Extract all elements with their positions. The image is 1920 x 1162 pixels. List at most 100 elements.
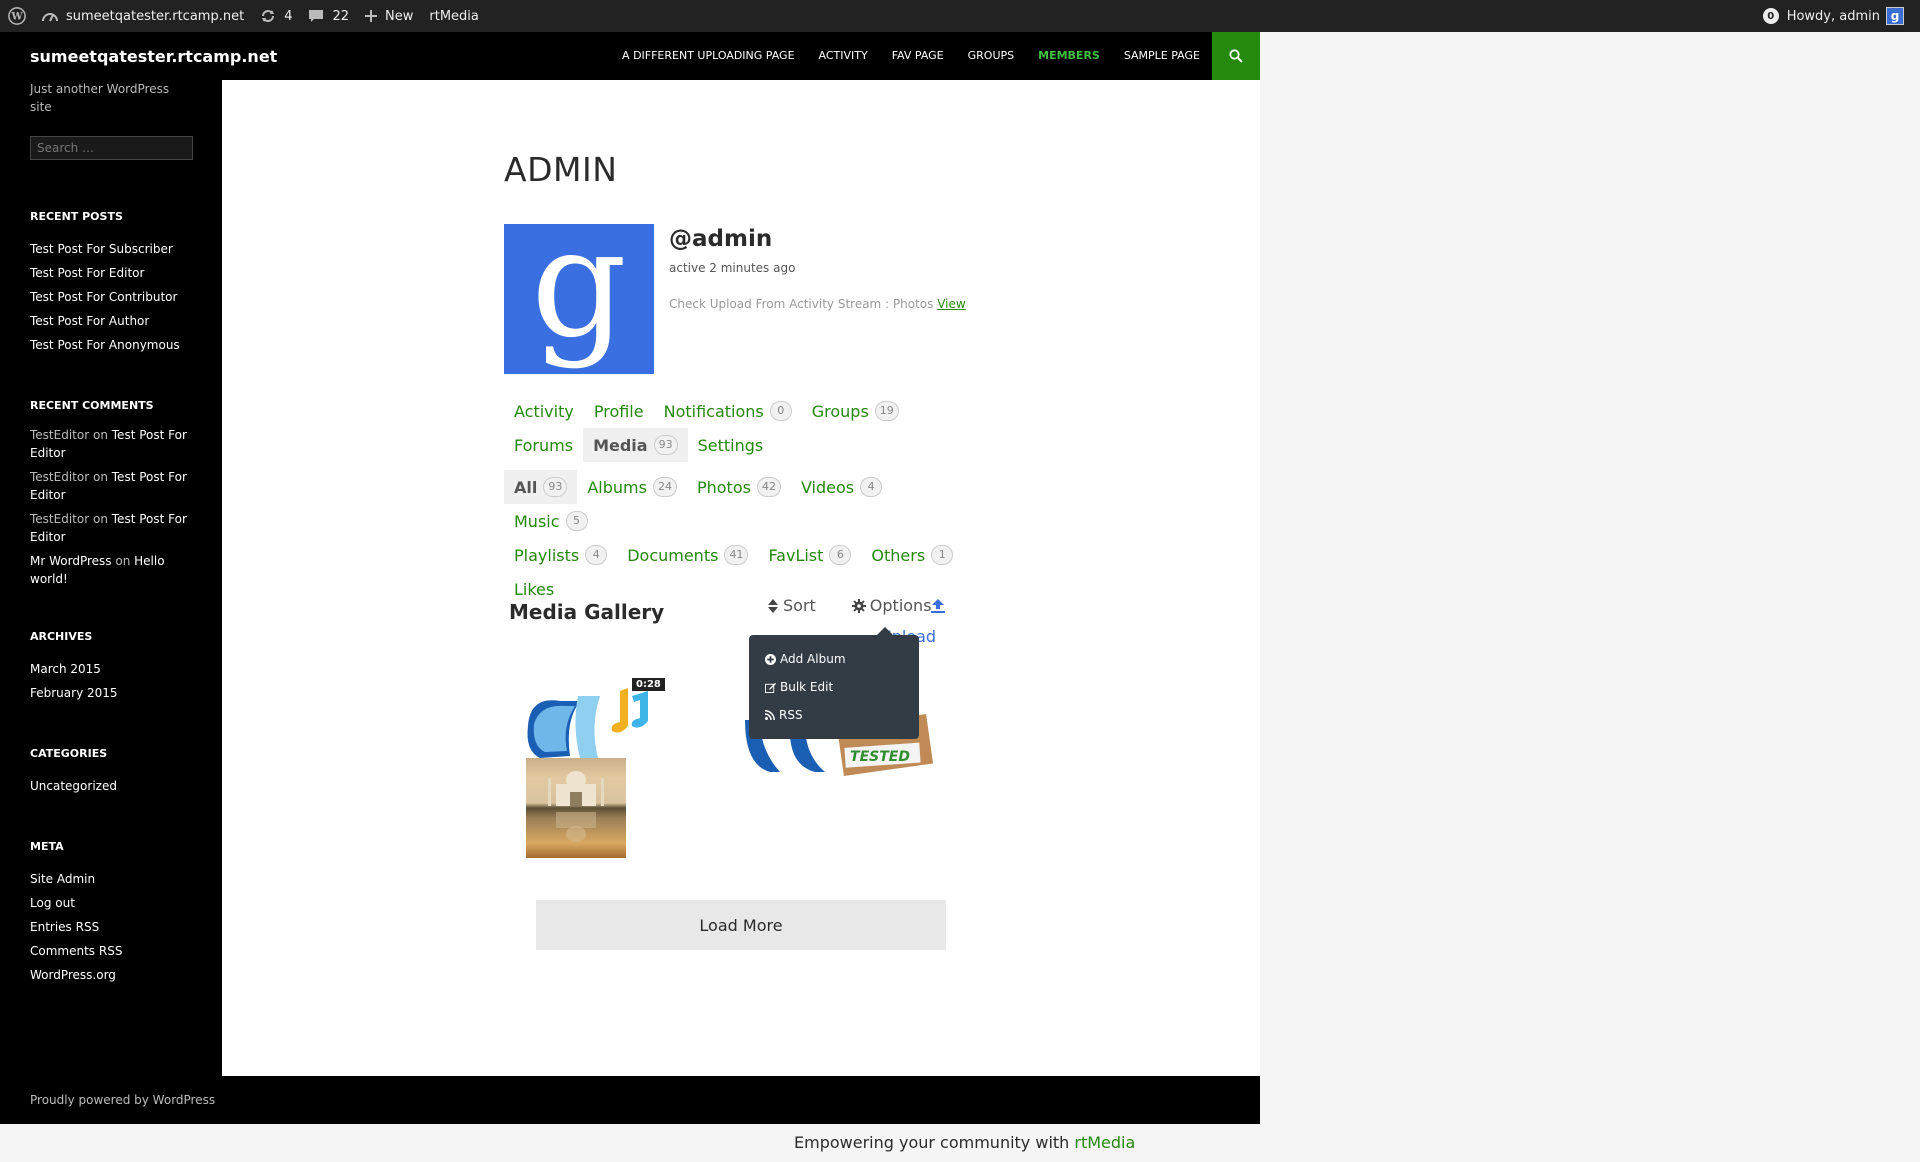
search-toggle[interactable] — [1212, 32, 1260, 80]
menu-item-bulk-edit[interactable]: Bulk Edit — [765, 673, 919, 701]
nav-item-members[interactable]: MEMBERS — [1026, 32, 1112, 80]
tab-label: Groups — [811, 401, 869, 421]
subtab-label: Music — [514, 511, 560, 531]
subtab-others[interactable]: Others 1 — [861, 538, 963, 572]
menu-item-add-album[interactable]: Add Album — [765, 645, 919, 673]
updates-count: 4 — [284, 8, 293, 24]
sidebar-search-input[interactable] — [30, 136, 193, 160]
howdy-account[interactable]: Howdy, admin g — [1779, 0, 1912, 32]
status-text: Check Upload From Activity Stream : Phot… — [669, 297, 934, 311]
taj-mahal-image — [548, 771, 604, 842]
rss-icon — [765, 710, 775, 720]
profile-nav-row: Forums Media 93 Settings — [504, 428, 984, 462]
recent-comment: TestEditor on Test Post For Editor — [30, 426, 192, 462]
subtab-count: 42 — [756, 477, 781, 497]
avatar-letter: g — [530, 197, 628, 371]
profile-nav-row: Activity Profile Notifications 0 Groups 19 — [504, 394, 984, 428]
subtab-playlists[interactable]: Playlists 4 — [504, 538, 617, 572]
profile-avatar[interactable]: g — [504, 209, 654, 374]
meta-list: Site Admin Log out Entries RSS Comments … — [30, 867, 192, 987]
rtmedia-credit-link[interactable]: rtMedia — [1074, 1133, 1135, 1152]
profile-active-time: active 2 minutes ago — [669, 261, 796, 275]
load-more-button[interactable]: Load More — [536, 900, 946, 950]
profile-username: @admin — [669, 226, 773, 252]
admin-bar-rtmedia[interactable]: rtMedia — [421, 0, 487, 32]
tab-label: Notifications — [663, 401, 764, 421]
plus-circle-icon — [765, 653, 776, 665]
tab-forums[interactable]: Forums — [504, 428, 583, 462]
subtab-label: Likes — [514, 579, 555, 599]
admin-bar-updates[interactable]: 4 — [252, 0, 300, 32]
subtab-label: Albums — [587, 477, 647, 497]
tab-profile[interactable]: Profile — [584, 394, 654, 428]
profile-status: Check Upload From Activity Stream : Phot… — [669, 297, 966, 311]
subtab-count: 4 — [860, 477, 883, 497]
recent-comments-list: TestEditor on Test Post For Editor TestE… — [30, 426, 192, 588]
menu-item-rss[interactable]: RSS — [765, 701, 919, 729]
subtab-videos[interactable]: Videos 4 — [791, 470, 892, 504]
left-sidebar: Just another WordPress site RECENT POSTS… — [0, 80, 222, 1076]
admin-bar-new[interactable]: New — [357, 0, 421, 32]
subtab-all[interactable]: All 93 — [504, 470, 578, 504]
nav-item-activity[interactable]: ACTIVITY — [807, 32, 880, 80]
nav-item-groups[interactable]: GROUPS — [956, 32, 1027, 80]
tab-activity[interactable]: Activity — [504, 394, 584, 428]
subtab-albums[interactable]: Albums 24 — [577, 470, 687, 504]
admin-bar-site[interactable]: sumeetqatester.rtcamp.net — [34, 0, 252, 32]
wordpress-logo-icon[interactable]: W — [0, 0, 34, 32]
meta-link-comments-rss[interactable]: Comments RSS — [30, 939, 192, 963]
nav-item-sample-page[interactable]: SAMPLE PAGE — [1112, 32, 1212, 80]
media-thumb-taj-mahal[interactable] — [526, 758, 626, 858]
archive-link[interactable]: March 2015 — [30, 657, 192, 681]
edit-icon — [765, 682, 776, 693]
meta-link-logout[interactable]: Log out — [30, 891, 192, 915]
page-title: ADMIN — [504, 150, 618, 189]
subtab-photos[interactable]: Photos 42 — [687, 470, 791, 504]
tab-notifications[interactable]: Notifications 0 — [654, 394, 802, 428]
sort-button[interactable]: Sort — [768, 596, 834, 615]
powered-by-link[interactable]: Proudly powered by WordPress — [30, 1093, 215, 1107]
sort-icon — [768, 598, 778, 613]
category-link[interactable]: Uncategorized — [30, 774, 192, 798]
subtab-documents[interactable]: Documents 41 — [617, 538, 758, 572]
tab-count: 0 — [769, 401, 792, 421]
dashboard-icon — [42, 13, 58, 22]
recent-post-link[interactable]: Test Post For Subscriber — [30, 237, 192, 261]
nav-item-uploading-page[interactable]: A DIFFERENT UPLOADING PAGE — [610, 32, 807, 80]
archives-list: March 2015 February 2015 — [30, 657, 192, 705]
tab-label: Activity — [514, 401, 574, 421]
media-gallery-title: Media Gallery — [509, 600, 665, 624]
site-tagline: Just another WordPress site — [30, 82, 170, 114]
admin-avatar-small: g — [1886, 7, 1904, 25]
subtab-label: Others — [871, 545, 926, 565]
admin-bar-comments[interactable]: 22 — [300, 0, 357, 32]
status-view-link[interactable]: View — [937, 297, 965, 311]
recent-post-link[interactable]: Test Post For Anonymous — [30, 333, 192, 357]
meta-link-site-admin[interactable]: Site Admin — [30, 867, 192, 891]
categories-list: Uncategorized — [30, 774, 192, 798]
meta-link-wordpress-org[interactable]: WordPress.org — [30, 963, 192, 987]
upload-icon[interactable] — [930, 598, 946, 618]
archive-link[interactable]: February 2015 — [30, 681, 192, 705]
meta-link-entries-rss[interactable]: Entries RSS — [30, 915, 192, 939]
comment-author: TestEditor — [30, 512, 90, 526]
media-nav-row: All 93 Albums 24 Photos 42 Videos 4 Music 5 — [504, 470, 984, 538]
notification-count-badge[interactable]: 0 — [1762, 8, 1779, 24]
recent-post-link[interactable]: Test Post For Editor — [30, 261, 192, 285]
options-label: Options — [869, 596, 932, 615]
recent-post-link[interactable]: Test Post For Contributor — [30, 285, 192, 309]
comment-on: on — [92, 470, 108, 484]
recent-posts-list: Test Post For Subscriber Test Post For E… — [30, 237, 192, 357]
tab-groups[interactable]: Groups 19 — [802, 394, 909, 428]
subtab-music[interactable]: Music 5 — [504, 504, 598, 538]
comment-author-link[interactable]: Mr WordPress — [30, 554, 112, 568]
site-title[interactable]: sumeetqatester.rtcamp.net — [30, 47, 277, 66]
tab-settings[interactable]: Settings — [688, 428, 774, 462]
tab-media[interactable]: Media 93 — [583, 428, 688, 462]
nav-item-fav-page[interactable]: FAV PAGE — [880, 32, 956, 80]
subtab-favlist[interactable]: FavList 6 — [758, 538, 861, 572]
recent-post-link[interactable]: Test Post For Author — [30, 309, 192, 333]
tab-label: Media — [593, 435, 648, 455]
media-duration-badge: 0:28 — [632, 678, 665, 691]
recent-posts-title: RECENT POSTS — [30, 210, 123, 223]
